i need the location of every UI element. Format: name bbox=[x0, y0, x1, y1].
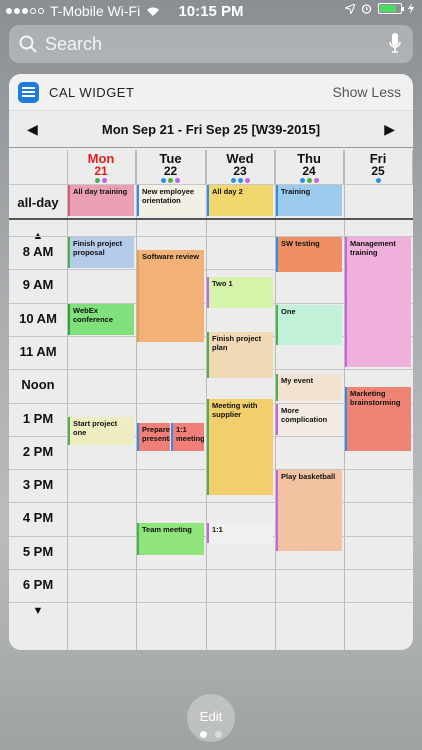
alarm-icon bbox=[361, 4, 372, 14]
event-dot bbox=[299, 178, 305, 183]
calendar-event[interactable]: Start project one bbox=[68, 416, 134, 445]
page-dot[interactable] bbox=[215, 731, 222, 738]
day-header-tue[interactable]: Tue 22 bbox=[136, 150, 206, 184]
calendar-event[interactable]: Software review bbox=[137, 250, 204, 342]
time-label: 8 AM bbox=[22, 244, 54, 259]
status-icons bbox=[345, 3, 414, 14]
day-header-thu[interactable]: Thu 24 bbox=[275, 150, 344, 184]
day-header-fri[interactable]: Fri 25 bbox=[344, 150, 413, 184]
calendar-event[interactable]: Play basketball bbox=[276, 470, 342, 552]
calendar-event[interactable]: Team meeting bbox=[137, 523, 204, 555]
event-dot bbox=[375, 178, 381, 183]
time-label: 3 PM bbox=[22, 477, 54, 493]
show-less-button[interactable]: Show Less bbox=[333, 84, 401, 100]
calendar-event[interactable]: SW testing bbox=[276, 237, 342, 272]
status-bar: T-Mobile Wi-Fi 10:15 PM bbox=[0, 0, 422, 22]
scroll-down-button[interactable]: ▼ bbox=[9, 605, 67, 617]
widget-header: CAL WIDGET Show Less bbox=[9, 74, 413, 111]
column-divider bbox=[67, 150, 68, 650]
charging-icon bbox=[408, 3, 414, 14]
page-indicator bbox=[0, 731, 422, 738]
event-dots bbox=[275, 178, 343, 183]
calendar-event[interactable]: One bbox=[276, 305, 342, 345]
event-dot bbox=[306, 178, 312, 183]
time-label: 1 PM bbox=[22, 410, 54, 426]
calendar-app-icon bbox=[18, 81, 39, 103]
allday-event[interactable]: Training bbox=[276, 185, 342, 216]
hour-line bbox=[9, 602, 413, 604]
calendar-event[interactable]: Management training bbox=[345, 237, 411, 367]
calendar-event[interactable]: WebEx conference bbox=[68, 303, 134, 335]
allday-event[interactable]: All day training bbox=[68, 185, 134, 216]
time-label: Noon bbox=[21, 377, 55, 393]
event-dots bbox=[206, 178, 274, 183]
calendar-event[interactable]: Two 1 bbox=[207, 276, 273, 309]
event-dot bbox=[168, 178, 173, 183]
time-label: 10 AM bbox=[19, 310, 57, 326]
location-icon bbox=[345, 3, 355, 14]
time-label: 6 PM bbox=[22, 577, 54, 592]
day-date: 22 bbox=[163, 164, 178, 178]
calendar-event[interactable]: 1:1 meeting bbox=[171, 423, 204, 452]
search-bar[interactable]: Search bbox=[9, 25, 413, 63]
event-dot bbox=[161, 178, 166, 183]
allday-event[interactable]: New employee orientation bbox=[137, 185, 204, 216]
previous-week-button[interactable]: ◀ bbox=[27, 121, 38, 138]
calendar-event[interactable]: Finish project proposal bbox=[68, 237, 134, 269]
search-input[interactable]: Search bbox=[45, 34, 102, 55]
event-dot bbox=[237, 178, 243, 183]
week-navigation: ◀ Mon Sep 21 - Fri Sep 25 [W39-2015] ▶ bbox=[9, 111, 413, 148]
time-label: 11 AM bbox=[19, 343, 57, 359]
event-dot bbox=[244, 178, 250, 183]
calendar-event[interactable]: Finish project plan bbox=[207, 331, 273, 379]
column-divider bbox=[136, 150, 137, 650]
microphone-icon[interactable] bbox=[389, 33, 401, 55]
calendar-widget: CAL WIDGET Show Less ◀ Mon Sep 21 - Fri … bbox=[9, 74, 413, 650]
day-header-wed[interactable]: Wed 23 bbox=[206, 150, 275, 184]
next-week-button[interactable]: ▶ bbox=[384, 121, 395, 138]
calendar-event[interactable]: My event bbox=[276, 373, 342, 402]
time-label: 4 PM bbox=[22, 510, 54, 526]
week-grid: Mon 21 Tue 22 Wed 23 Thu 24 Fri 25 all-day ▲ 8 AM 9 A… bbox=[9, 150, 413, 650]
event-dot bbox=[230, 178, 236, 183]
search-icon bbox=[19, 35, 37, 53]
allday-label: all-day bbox=[17, 195, 59, 210]
widget-title: CAL WIDGET bbox=[49, 84, 135, 100]
page-dot-active bbox=[200, 731, 207, 738]
hour-line bbox=[9, 502, 413, 504]
day-date: 25 bbox=[371, 164, 385, 178]
calendar-event[interactable]: Prepare presentation bbox=[137, 423, 170, 452]
event-dots bbox=[67, 178, 135, 183]
calendar-event[interactable]: More complication bbox=[276, 403, 342, 435]
event-dot bbox=[175, 178, 180, 183]
time-label: 9 AM bbox=[22, 277, 54, 293]
battery-icon bbox=[378, 3, 404, 14]
time-label: 5 PM bbox=[22, 543, 54, 559]
calendar-event[interactable]: 1:1 bbox=[207, 523, 273, 544]
allday-event[interactable]: All day 2 bbox=[207, 185, 273, 216]
event-dots bbox=[136, 178, 205, 183]
event-dot bbox=[95, 178, 100, 183]
allday-divider bbox=[9, 218, 413, 220]
event-dot bbox=[313, 178, 319, 183]
calendar-event[interactable]: Meeting with supplier bbox=[207, 398, 273, 495]
day-date: 24 bbox=[302, 164, 316, 178]
time-label: 2 PM bbox=[22, 443, 54, 459]
date-range-title: Mon Sep 21 - Fri Sep 25 [W39-2015] bbox=[101, 121, 321, 137]
event-dots bbox=[344, 178, 412, 183]
hour-line bbox=[9, 569, 413, 570]
day-date: 23 bbox=[233, 164, 247, 178]
day-header-mon[interactable]: Mon 21 bbox=[67, 150, 136, 184]
day-date: 21 bbox=[94, 164, 108, 178]
event-dot bbox=[102, 178, 107, 183]
calendar-event[interactable]: Marketing brainstorming bbox=[345, 386, 411, 452]
